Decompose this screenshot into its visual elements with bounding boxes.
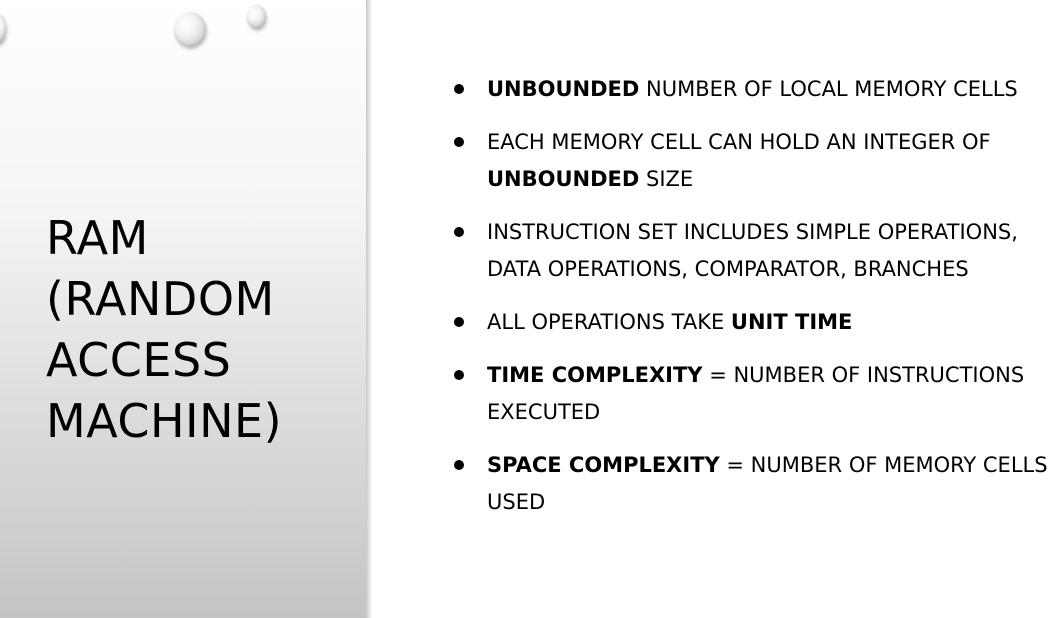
bullet-text: NUMBER OF LOCAL MEMORY CELLS	[639, 77, 1018, 101]
bullet-text: INSTRUCTION SET INCLUDES SIMPLE OPERATIO…	[487, 220, 1018, 281]
bullet-item: INSTRUCTION SET INCLUDES SIMPLE OPERATIO…	[452, 214, 1058, 288]
bullet-prefix-text: ALL OPERATIONS TAKE	[487, 310, 731, 334]
panel-divider-shadow	[366, 0, 372, 618]
bullet-bold-text: UNBOUNDED	[487, 167, 640, 191]
slide-title: RAM (RANDOM ACCESS MACHINE)	[46, 211, 283, 448]
bullet-dot-icon	[454, 227, 464, 237]
bullet-dot-icon	[454, 137, 464, 147]
bullet-text: SIZE	[639, 167, 694, 191]
bullet-bold-text: UNBOUNDED	[487, 77, 640, 101]
bullet-item: EACH MEMORY CELL CAN HOLD AN INTEGER OF …	[452, 124, 1058, 198]
bullet-bold-text: UNIT TIME	[730, 310, 853, 334]
bullet-dot-icon	[454, 84, 464, 94]
bullet-prefix-text: EACH MEMORY CELL CAN HOLD AN INTEGER OF	[487, 130, 991, 154]
bullet-item: SPACE COMPLEXITY = NUMBER OF MEMORY CELL…	[452, 447, 1058, 521]
slide: RAM (RANDOM ACCESS MACHINE) UNBOUNDED NU…	[0, 0, 1062, 618]
water-drop-decoration	[174, 12, 206, 47]
water-drop-decoration	[247, 5, 266, 29]
bullet-dot-icon	[454, 460, 464, 470]
bullet-dot-icon	[454, 317, 464, 327]
bullet-dot-icon	[454, 370, 464, 380]
bullet-item: TIME COMPLEXITY = NUMBER OF INSTRUCTIONS…	[452, 357, 1058, 431]
water-drop-decoration	[0, 14, 6, 44]
bullet-item: UNBOUNDED NUMBER OF LOCAL MEMORY CELLS	[452, 71, 1058, 108]
bullet-item: ALL OPERATIONS TAKE UNIT TIME	[452, 304, 1058, 341]
bullet-bold-text: TIME COMPLEXITY	[487, 363, 703, 387]
bullet-list: UNBOUNDED NUMBER OF LOCAL MEMORY CELLS E…	[452, 71, 1058, 537]
title-panel: RAM (RANDOM ACCESS MACHINE)	[0, 0, 366, 618]
bullet-bold-text: SPACE COMPLEXITY	[487, 453, 720, 477]
